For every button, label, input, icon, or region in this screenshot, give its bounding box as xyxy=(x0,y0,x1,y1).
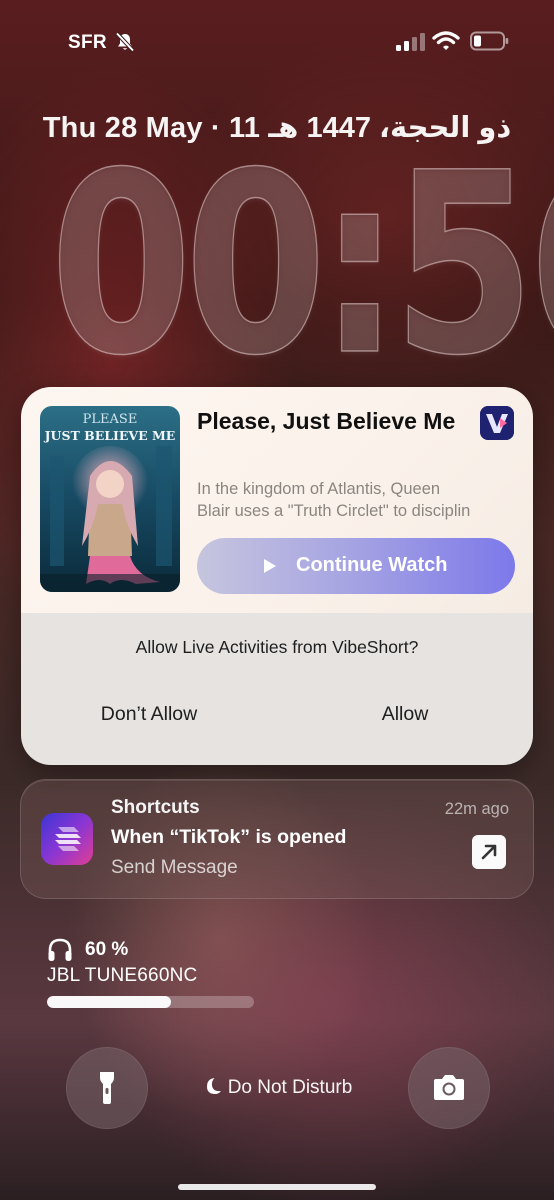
show-description-line1: In the kingdom of Atlantis, Queen xyxy=(197,480,441,498)
live-activity-card: PLEASE JUST BELIEVE ME Please, Just Beli… xyxy=(21,387,533,765)
battery-icon xyxy=(470,31,509,51)
show-description: In the kingdom of Atlantis, Queen Blair … xyxy=(197,478,515,522)
poster-title-line2: JUST BELIEVE ME xyxy=(44,428,176,443)
vibeshort-app-icon[interactable] xyxy=(480,406,514,440)
headphones-battery-bar xyxy=(47,996,254,1008)
shortcuts-app-icon xyxy=(41,813,93,865)
show-poster: PLEASE JUST BELIEVE ME xyxy=(40,406,180,592)
open-arrow-icon[interactable] xyxy=(472,835,506,869)
home-indicator[interactable] xyxy=(178,1184,376,1190)
carrier-name: SFR xyxy=(68,32,107,53)
bell-slash-icon xyxy=(115,32,135,52)
camera-icon xyxy=(434,1075,464,1100)
wifi-icon xyxy=(432,31,460,50)
show-title: Please, Just Believe Me xyxy=(197,408,456,434)
notification-app-name: Shortcuts xyxy=(111,797,200,818)
play-icon xyxy=(264,559,276,573)
headphones-battery-fill xyxy=(47,996,172,1008)
live-activity-permission: Allow Live Activities from VibeShort? Do… xyxy=(21,613,533,765)
live-activity-content[interactable]: PLEASE JUST BELIEVE ME Please, Just Beli… xyxy=(21,387,533,613)
notification-title: When “TikTok” is opened xyxy=(111,826,347,848)
dont-allow-button[interactable]: Don’t Allow xyxy=(21,689,277,739)
headphones-battery: 60 % xyxy=(85,939,129,960)
continue-watch-label: Continue Watch xyxy=(296,554,448,576)
notification-time: 22m ago xyxy=(444,800,509,818)
cellular-signal-icon xyxy=(396,33,425,51)
allow-button[interactable]: Allow xyxy=(277,689,533,739)
continue-watch-button[interactable]: Continue Watch xyxy=(197,538,515,594)
permission-prompt: Allow Live Activities from VibeShort? xyxy=(135,637,419,657)
headphones-icon xyxy=(48,938,72,961)
show-description-line2: Blair uses a "Truth Circlet" to discipli… xyxy=(197,502,471,520)
focus-label: Do Not Disturb xyxy=(227,1077,353,1098)
poster-title-line1: PLEASE xyxy=(83,412,138,427)
status-bar: SFR xyxy=(0,0,554,86)
moon-icon xyxy=(206,1078,221,1094)
notification-subtitle: Send Message xyxy=(111,857,238,878)
camera-button[interactable] xyxy=(408,1047,490,1129)
lock-screen-clock: 00:56 xyxy=(49,119,554,410)
audio-device-name: JBL TUNE660NC xyxy=(47,965,198,986)
shortcuts-notification[interactable]: Shortcuts 22m ago When “TikTok” is opene… xyxy=(20,779,534,899)
